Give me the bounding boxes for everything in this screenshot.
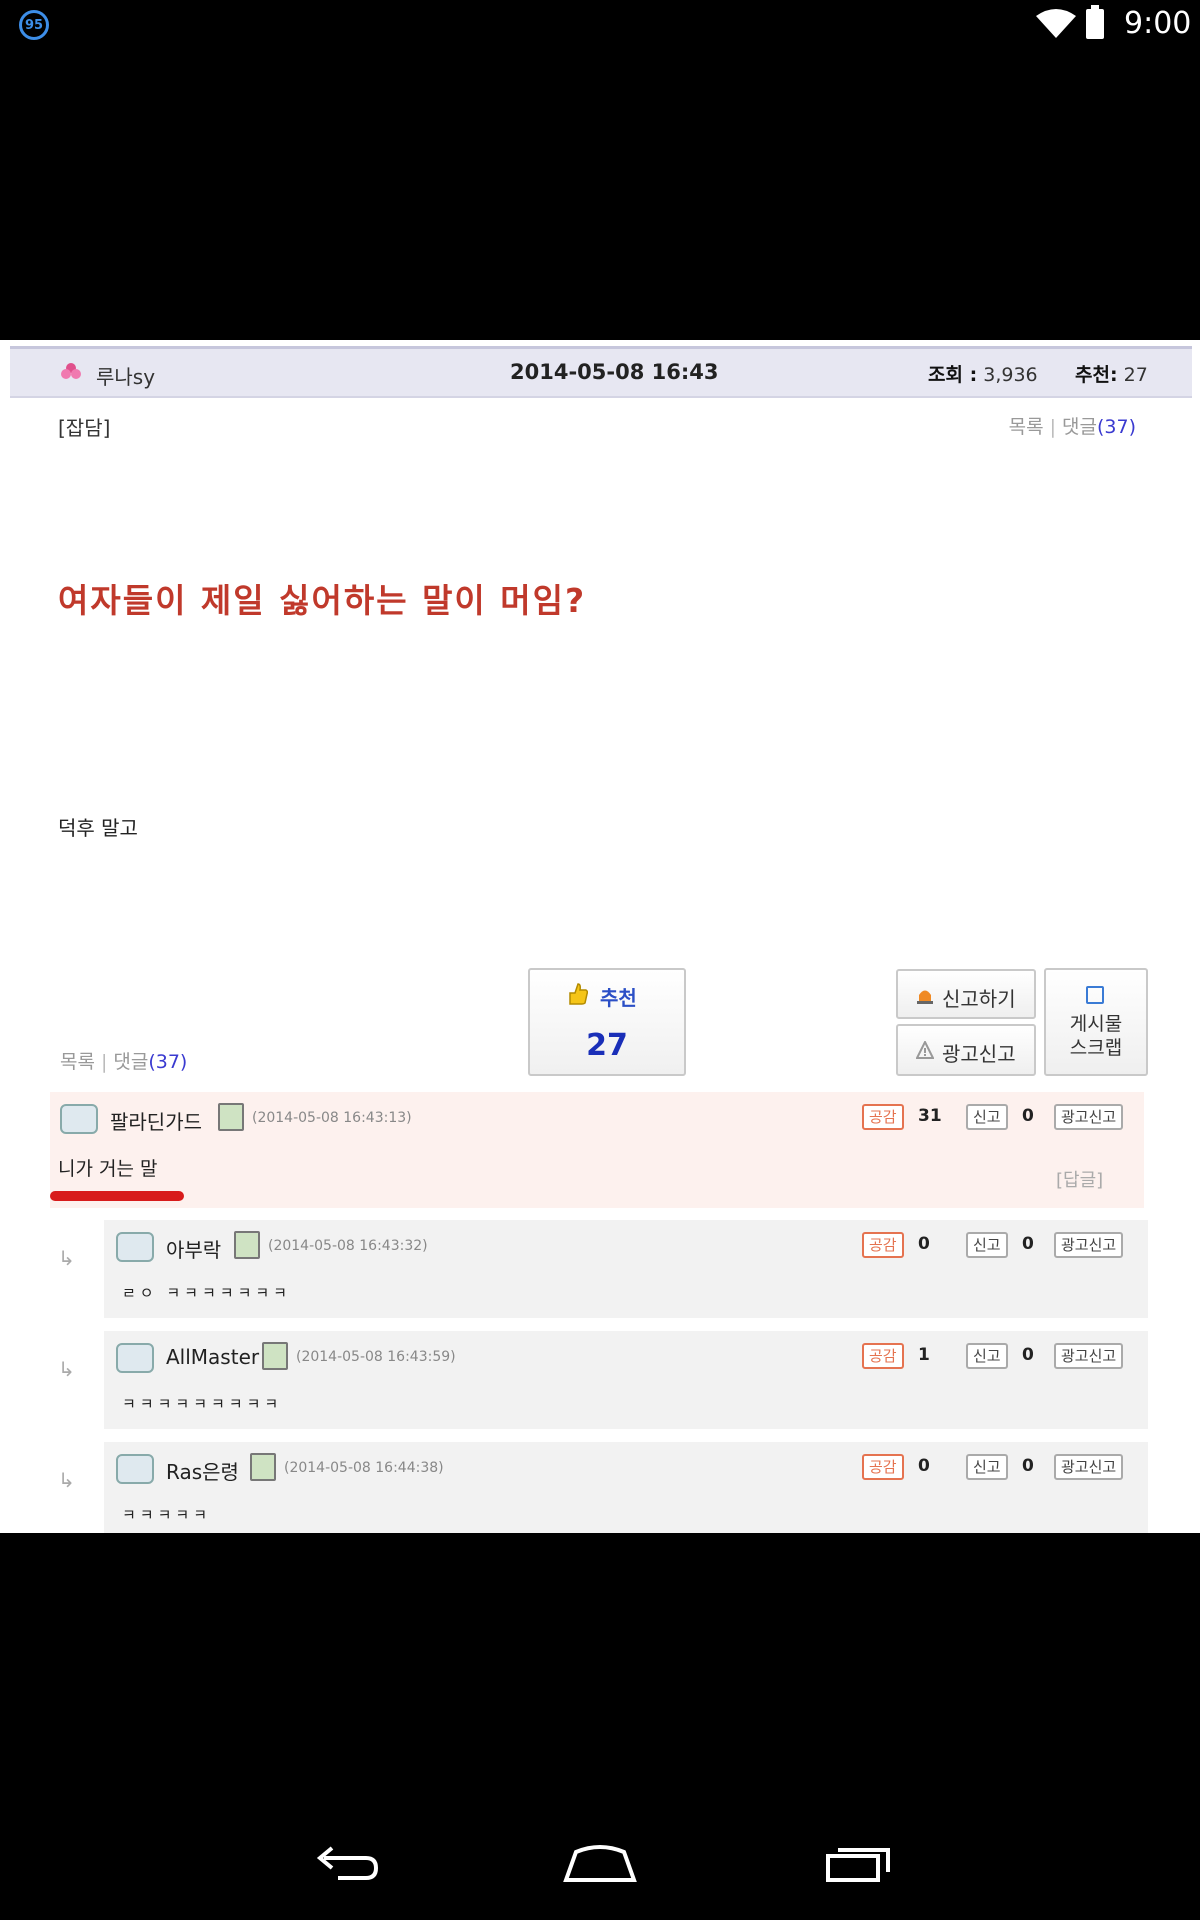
warning-icon bbox=[916, 1041, 934, 1059]
wifi-icon bbox=[1036, 9, 1076, 38]
comments-link-label: 댓글 bbox=[1062, 416, 1097, 438]
post-date: 2014-05-08 16:43 bbox=[510, 360, 719, 384]
comments-count: (37) bbox=[1096, 416, 1136, 438]
comment-author[interactable]: 팔라딘가드 bbox=[110, 1106, 202, 1135]
comments-link-bottom[interactable]: 댓글(37) bbox=[113, 1051, 187, 1073]
comment-time: (2014-05-08 16:43:32) bbox=[268, 1238, 428, 1254]
list-link[interactable]: 목록 bbox=[1009, 416, 1044, 438]
level-icon bbox=[250, 1453, 276, 1481]
post-header: 루나sy 2014-05-08 16:43 조회 : 3,936 추천: 27 bbox=[10, 346, 1192, 398]
scrap-icon bbox=[1086, 986, 1104, 1004]
comment-author[interactable]: Ras은령 bbox=[166, 1456, 239, 1485]
user-badge-icon bbox=[116, 1343, 154, 1373]
comment-time: (2014-05-08 16:44:38) bbox=[284, 1460, 444, 1476]
siren-icon bbox=[917, 990, 933, 1004]
ad-report-label: 광고신고 bbox=[942, 1042, 1016, 1066]
ad-report-button[interactable]: 광고신고 bbox=[896, 1024, 1036, 1076]
comment-text: 니가 거는 말 bbox=[58, 1158, 158, 1180]
bottom-links: 목록 | 댓글(37) bbox=[60, 1051, 188, 1073]
user-badge-icon bbox=[60, 1104, 98, 1134]
ad-report-comment-button[interactable]: 광고신고 bbox=[1054, 1232, 1124, 1258]
comments-count-bottom: (37) bbox=[148, 1051, 188, 1073]
top-links: 목록 | 댓글(37) bbox=[1008, 416, 1136, 438]
agree-button[interactable]: 공감 bbox=[862, 1104, 904, 1130]
report-comment-button[interactable]: 신고 bbox=[966, 1454, 1008, 1480]
recommend-count: 27 bbox=[586, 1028, 628, 1063]
level-icon bbox=[218, 1103, 244, 1131]
comment-text: ㅋㅋㅋㅋㅋㅋㅋㅋㅋ bbox=[122, 1395, 283, 1413]
level-icon bbox=[234, 1231, 260, 1259]
reply-arrow-icon: ↳ bbox=[58, 1357, 75, 1381]
status-bar: 95 9:00 bbox=[0, 0, 1200, 50]
scrap-label-line1: 게시물 bbox=[1069, 1013, 1123, 1035]
agree-count: 1 bbox=[918, 1345, 930, 1365]
comments-link-bottom-label: 댓글 bbox=[113, 1051, 149, 1073]
report-label: 신고하기 bbox=[942, 987, 1016, 1011]
user-badge-icon bbox=[116, 1454, 154, 1484]
reply-item: AllMaster (2014-05-08 16:43:59) ㅋㅋㅋㅋㅋㅋㅋㅋ… bbox=[104, 1331, 1148, 1429]
post-recommends: 추천: 27 bbox=[1075, 360, 1148, 387]
comment-text: ㄹㅇ ㅋㅋㅋㅋㅋㅋㅋ bbox=[122, 1284, 291, 1302]
report-count: 0 bbox=[1022, 1234, 1034, 1254]
comment-author[interactable]: AllMaster bbox=[166, 1345, 259, 1369]
back-icon[interactable] bbox=[310, 1844, 380, 1884]
reply-link[interactable]: [답글] bbox=[1056, 1166, 1103, 1192]
post-title: 여자들이 제일 싫어하는 말이 머임? bbox=[58, 581, 587, 620]
views-label: 조회 : bbox=[928, 364, 978, 386]
report-comment-button[interactable]: 신고 bbox=[966, 1232, 1008, 1258]
user-badge-icon bbox=[116, 1232, 154, 1262]
views-value: 3,936 bbox=[983, 364, 1038, 386]
comment-item: 팔라딘가드 (2014-05-08 16:43:13) 니가 거는 말 공감 3… bbox=[50, 1092, 1144, 1208]
scrap-label-line2: 스크랩 bbox=[1069, 1037, 1123, 1059]
post-views: 조회 : 3,936 bbox=[928, 360, 1038, 387]
ad-report-comment-button[interactable]: 광고신고 bbox=[1054, 1104, 1124, 1130]
level-icon bbox=[262, 1342, 288, 1370]
navigation-bar bbox=[0, 1820, 1200, 1920]
scrap-label: 게시물 스크랩 bbox=[1046, 1012, 1146, 1060]
report-button[interactable]: 신고하기 bbox=[896, 969, 1036, 1019]
red-underline-annotation bbox=[50, 1191, 184, 1201]
reply-item: 아부락 (2014-05-08 16:43:32) ㄹㅇ ㅋㅋㅋㅋㅋㅋㅋ 공감 … bbox=[104, 1220, 1148, 1318]
comment-text: ㅋㅋㅋㅋㅋ bbox=[122, 1506, 212, 1524]
home-icon[interactable] bbox=[562, 1844, 638, 1884]
recent-apps-icon[interactable] bbox=[824, 1844, 894, 1884]
report-comment-button[interactable]: 신고 bbox=[966, 1104, 1008, 1130]
report-count: 0 bbox=[1022, 1456, 1034, 1476]
post-category: [잡담] bbox=[58, 416, 111, 440]
report-count: 0 bbox=[1022, 1106, 1034, 1126]
agree-count: 31 bbox=[918, 1106, 942, 1126]
recommend-button[interactable]: 추천 27 bbox=[528, 968, 686, 1076]
recs-value: 27 bbox=[1123, 364, 1148, 386]
recommend-label: 추천 bbox=[600, 986, 637, 1010]
post-author[interactable]: 루나sy bbox=[96, 361, 155, 390]
scrap-button[interactable]: 게시물 스크랩 bbox=[1044, 968, 1148, 1076]
ad-report-comment-button[interactable]: 광고신고 bbox=[1054, 1454, 1124, 1480]
post-body: 덕후 말고 bbox=[58, 816, 138, 840]
list-link-bottom[interactable]: 목록 bbox=[60, 1051, 95, 1073]
comment-time: (2014-05-08 16:43:59) bbox=[296, 1349, 456, 1365]
reply-arrow-icon: ↳ bbox=[58, 1246, 75, 1270]
report-comment-button[interactable]: 신고 bbox=[966, 1343, 1008, 1369]
recs-label: 추천: bbox=[1075, 364, 1118, 386]
agree-count: 0 bbox=[918, 1456, 930, 1476]
agree-button[interactable]: 공감 bbox=[862, 1232, 904, 1258]
report-count: 0 bbox=[1022, 1345, 1034, 1365]
notification-badge-icon: 95 bbox=[19, 10, 49, 40]
web-content: 루나sy 2014-05-08 16:43 조회 : 3,936 추천: 27 … bbox=[0, 340, 1200, 1533]
reply-arrow-icon: ↳ bbox=[58, 1468, 75, 1492]
thumbs-up-icon bbox=[569, 983, 588, 1005]
agree-button[interactable]: 공감 bbox=[862, 1343, 904, 1369]
battery-icon bbox=[1086, 5, 1104, 39]
agree-button[interactable]: 공감 bbox=[862, 1454, 904, 1480]
comments-link[interactable]: 댓글(37) bbox=[1062, 416, 1136, 438]
comment-author[interactable]: 아부락 bbox=[166, 1234, 221, 1263]
author-flower-icon bbox=[61, 363, 81, 379]
ad-report-comment-button[interactable]: 광고신고 bbox=[1054, 1343, 1124, 1369]
agree-count: 0 bbox=[918, 1234, 930, 1254]
comment-time: (2014-05-08 16:43:13) bbox=[252, 1110, 412, 1126]
reply-item: Ras은령 (2014-05-08 16:44:38) ㅋㅋㅋㅋㅋ 공감 0 신… bbox=[104, 1442, 1148, 1533]
status-time: 9:00 bbox=[1124, 6, 1192, 41]
